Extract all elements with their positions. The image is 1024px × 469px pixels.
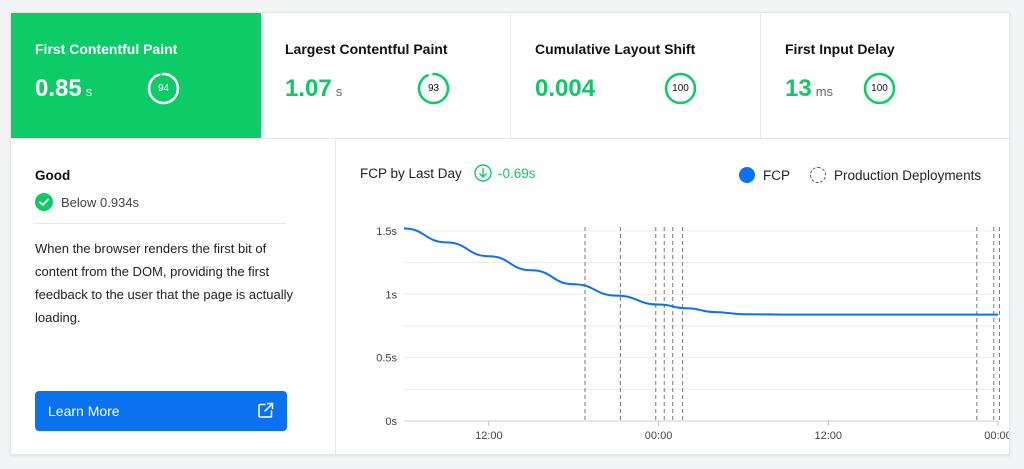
metric-number: 0.85: [35, 75, 82, 102]
metric-unit: s: [85, 84, 93, 99]
tab-first-input-delay[interactable]: First Input Delay 13 ms 100: [761, 13, 1009, 138]
metric-tabs: First Contentful Paint 0.85 s 94 Largest …: [11, 13, 1009, 139]
learn-more-label: Learn More: [48, 403, 120, 419]
metric-number: 1.07: [285, 75, 332, 102]
learn-more-button[interactable]: Learn More: [35, 391, 287, 431]
score-ring: 100: [664, 72, 697, 105]
y-tick-label: 0s: [385, 416, 397, 428]
divider: [35, 223, 286, 224]
y-tick-label: 1s: [385, 289, 397, 301]
metric-value: 1.07 s: [285, 75, 342, 103]
metric-description: When the browser renders the first bit o…: [35, 241, 294, 325]
score-ring: 94: [147, 72, 180, 105]
score-ring: 100: [863, 72, 896, 105]
chart-panel: FCP by Last Day -0.69s FCP Production De…: [336, 139, 1010, 454]
metric-value: 0.85 s: [35, 75, 92, 103]
metric-unit: s: [335, 84, 343, 99]
check-circle-icon: [35, 193, 53, 211]
threshold-row: Below 0.934s: [35, 193, 139, 211]
y-tick-label: 1.5s: [376, 226, 397, 238]
tab-largest-contentful-paint[interactable]: Largest Contentful Paint 1.07 s 93: [261, 13, 511, 138]
fcp-series-line: [403, 227, 998, 316]
metric-title: First Contentful Paint: [35, 41, 178, 57]
x-tick-label: 00:00: [984, 430, 1010, 442]
score-value: 100: [871, 83, 888, 94]
external-link-icon: [258, 402, 274, 418]
rating-label: Good: [35, 168, 71, 183]
metric-unit: ms: [815, 84, 834, 99]
score-value: 100: [672, 83, 689, 94]
score-value: 94: [157, 83, 170, 94]
fcp-line-chart: 0s 0.5s 1s 1.5s 12:00 00:00 12:00 00:00: [376, 226, 1010, 442]
x-tick-label: 00:00: [645, 430, 673, 442]
metric-details: Good Below 0.934s When the browser rende…: [11, 139, 336, 454]
metric-value: 13 ms: [785, 75, 833, 103]
score-value: 93: [427, 83, 440, 94]
metrics-card: First Contentful Paint 0.85 s 94 Largest …: [10, 12, 1010, 455]
y-tick-label: 0.5s: [376, 353, 397, 365]
metric-title: First Input Delay: [785, 41, 895, 57]
x-tick-label: 12:00: [815, 430, 843, 442]
tab-first-contentful-paint[interactable]: First Contentful Paint 0.85 s 94: [11, 13, 261, 138]
threshold-text: Below 0.934s: [61, 194, 140, 210]
metric-value: 0.004: [535, 75, 599, 103]
x-tick-label: 12:00: [475, 430, 503, 442]
metric-number: 13: [785, 75, 812, 102]
metric-title: Cumulative Layout Shift: [535, 41, 696, 57]
score-ring: 93: [417, 72, 450, 105]
metric-number: 0.004: [535, 75, 596, 102]
metric-title: Largest Contentful Paint: [285, 41, 448, 57]
tab-cumulative-layout-shift[interactable]: Cumulative Layout Shift 0.004 100: [511, 13, 761, 138]
